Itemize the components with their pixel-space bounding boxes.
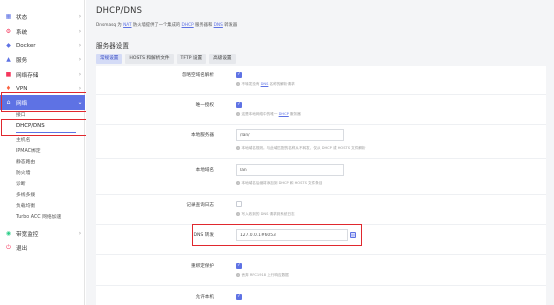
page-description: Dnsmasq 为 NAT 防火墙提供了一个集成的 DHCP 服务器和 DNS …: [96, 23, 238, 28]
tab-bar: 常规设置 HOSTS 和解析文件 TFTP 设置 高级设置: [96, 54, 236, 64]
chevron-right-icon: ›: [78, 28, 82, 35]
bandwidth-icon: ◉: [5, 229, 12, 237]
sidebar-item-label: 网络: [16, 100, 28, 107]
sidebar-item-label: 状态: [16, 14, 28, 21]
sidebar-item-logout[interactable]: ⏻ 退出: [0, 240, 85, 255]
row-divider: [96, 158, 546, 159]
info-icon: i: [236, 146, 240, 150]
sidebar-subitem-interfaces[interactable]: 接口: [16, 111, 26, 120]
dns-link[interactable]: DNS: [214, 23, 223, 28]
chevron-right-icon: ›: [78, 71, 82, 78]
info-icon: i: [236, 112, 240, 116]
active-underline: [16, 132, 76, 134]
sidebar-item-services[interactable]: ▲ 服务 ›: [0, 52, 85, 67]
tab-hosts[interactable]: HOSTS 和解析文件: [125, 54, 174, 64]
log-queries-checkbox[interactable]: [236, 201, 242, 207]
chevron-right-icon: ›: [78, 13, 82, 20]
docker-icon: ◆: [6, 41, 11, 49]
sidebar-item-label: 网络存储: [16, 72, 39, 79]
sidebar-subitem-multiwan[interactable]: 多线多拨: [16, 191, 35, 200]
row-divider: [96, 94, 546, 95]
rebind-protection-label: 重绑定保护: [191, 264, 214, 269]
info-icon: i: [236, 212, 240, 216]
sidebar-subitem-routes[interactable]: 静态路由: [16, 158, 35, 167]
sidebar-item-nas[interactable]: ■ 网络存储 ›: [0, 67, 85, 82]
row-divider: [96, 124, 546, 125]
sidebar-item-vpn[interactable]: ♦ VPN ›: [0, 81, 85, 96]
sidebar-subitem-hostnames[interactable]: 主机名: [16, 136, 30, 145]
sidebar-item-label: 系统: [16, 29, 28, 36]
dns-forward-label: DNS 转发: [193, 233, 214, 238]
rebind-protection-checkbox[interactable]: ✓: [236, 263, 242, 269]
local-server-hint: i 本地域名规则。与此域匹配的名称从不转发，仅从 DHCP 或 HOSTS 文件解…: [236, 146, 366, 150]
info-icon: i: [236, 82, 240, 86]
log-queries-hint: i 写入收到的 DNS 请求到系统日志: [236, 212, 295, 216]
sidebar-item-status[interactable]: ▦ 状态 ›: [0, 9, 85, 24]
chevron-right-icon: ›: [78, 230, 82, 237]
main-content: DHCP/DNS Dnsmasq 为 NAT 防火墙提供了一个集成的 DHCP …: [86, 0, 554, 305]
dns-forward-input[interactable]: [236, 229, 348, 241]
chevron-right-icon: ›: [78, 85, 82, 92]
sidebar-item-label: Docker: [16, 42, 36, 49]
row-divider: [96, 254, 546, 255]
sidebar-item-label: VPN: [16, 85, 28, 92]
authoritative-checkbox[interactable]: ✓: [236, 102, 242, 108]
sidebar-subitem-firewall[interactable]: 防火墙: [16, 169, 30, 178]
log-queries-label: 记录查询日志: [186, 203, 214, 208]
dhcp-link[interactable]: DHCP: [182, 23, 194, 28]
sidebar-item-network[interactable]: ⌂ 网络 ⌄: [0, 95, 85, 110]
domain-required-label: 忽略空域名解析: [181, 73, 214, 78]
chevron-right-icon: ›: [78, 42, 82, 49]
sidebar-subitem-turbo-acc[interactable]: Turbo ACC 网络加速: [16, 213, 61, 222]
sidebar-item-label: 服务: [16, 57, 28, 64]
local-domain-label: 本地域名: [195, 168, 214, 173]
localhost-label: 允许本机: [195, 295, 214, 300]
settings-icon: ⚙: [5, 27, 12, 35]
sidebar-item-label: 退出: [16, 245, 28, 252]
tab-tftp[interactable]: TFTP 设置: [176, 54, 207, 64]
local-domain-input[interactable]: [236, 164, 344, 176]
rebind-protection-hint: i 丢弃 RFC1918 上行响应数据: [236, 273, 289, 277]
nat-link[interactable]: NAT: [123, 23, 131, 28]
sidebar: ▦ 状态 › ⚙ 系统 › ◆ Docker › ▲ 服务 › ■ 网络存储 ›…: [0, 0, 85, 305]
settings-panel: 忽略空域名解析 ✓ i 不转发没有 DNS 名称的解析请求 唯一授权 ✓ i 这是本…: [96, 66, 546, 305]
sidebar-subitem-dhcp-dns[interactable]: DHCP/DNS: [16, 122, 45, 131]
authoritative-label: 唯一授权: [195, 103, 214, 108]
sidebar-subitem-ipmac[interactable]: IPMAC绑定: [16, 147, 41, 156]
authoritative-hint: i 这是本地网络中的唯一 DHCP 服务器: [236, 112, 301, 116]
sidebar-item-label: 带宽监控: [16, 231, 39, 238]
tab-general[interactable]: 常规设置: [96, 54, 123, 64]
sidebar-subitem-diagnostics[interactable]: 诊断: [16, 180, 26, 189]
tab-advanced[interactable]: 高级设置: [209, 54, 236, 64]
info-icon: i: [236, 181, 240, 185]
sidebar-item-bandwidth[interactable]: ◉ 带宽监控 ›: [0, 226, 85, 241]
section-title: 服务器设置: [96, 42, 129, 50]
sidebar-subitem-loadbalance[interactable]: 负载均衡: [16, 202, 35, 211]
domain-required-checkbox[interactable]: ✓: [236, 72, 242, 78]
row-divider: [96, 224, 546, 225]
storage-icon: ■: [5, 70, 12, 78]
local-domain-hint: i 本地域名后缀将添加到 DHCP 和 HOSTS 文件条目: [236, 181, 323, 185]
sidebar-item-docker[interactable]: ◆ Docker ›: [0, 38, 85, 53]
row-divider: [96, 194, 546, 195]
add-entry-button[interactable]: ▤: [350, 232, 356, 238]
localhost-checkbox[interactable]: ✓: [236, 294, 242, 300]
chevron-down-icon: ⌄: [77, 99, 83, 106]
page-title: DHCP/DNS: [96, 5, 143, 15]
dashboard-icon: ▦: [5, 12, 12, 20]
row-divider: [96, 285, 546, 286]
chevron-right-icon: ›: [78, 56, 82, 63]
local-server-input[interactable]: [236, 129, 344, 141]
vpn-icon: ♦: [5, 84, 12, 92]
local-server-label: 本地服务器: [191, 133, 214, 138]
info-icon: i: [236, 273, 240, 277]
network-icon: ⌂: [6, 98, 11, 106]
services-icon: ▲: [6, 55, 11, 63]
sidebar-item-system[interactable]: ⚙ 系统 ›: [0, 24, 85, 39]
logout-icon: ⏻: [6, 243, 11, 251]
domain-required-hint: i 不转发没有 DNS 名称的解析请求: [236, 82, 295, 86]
